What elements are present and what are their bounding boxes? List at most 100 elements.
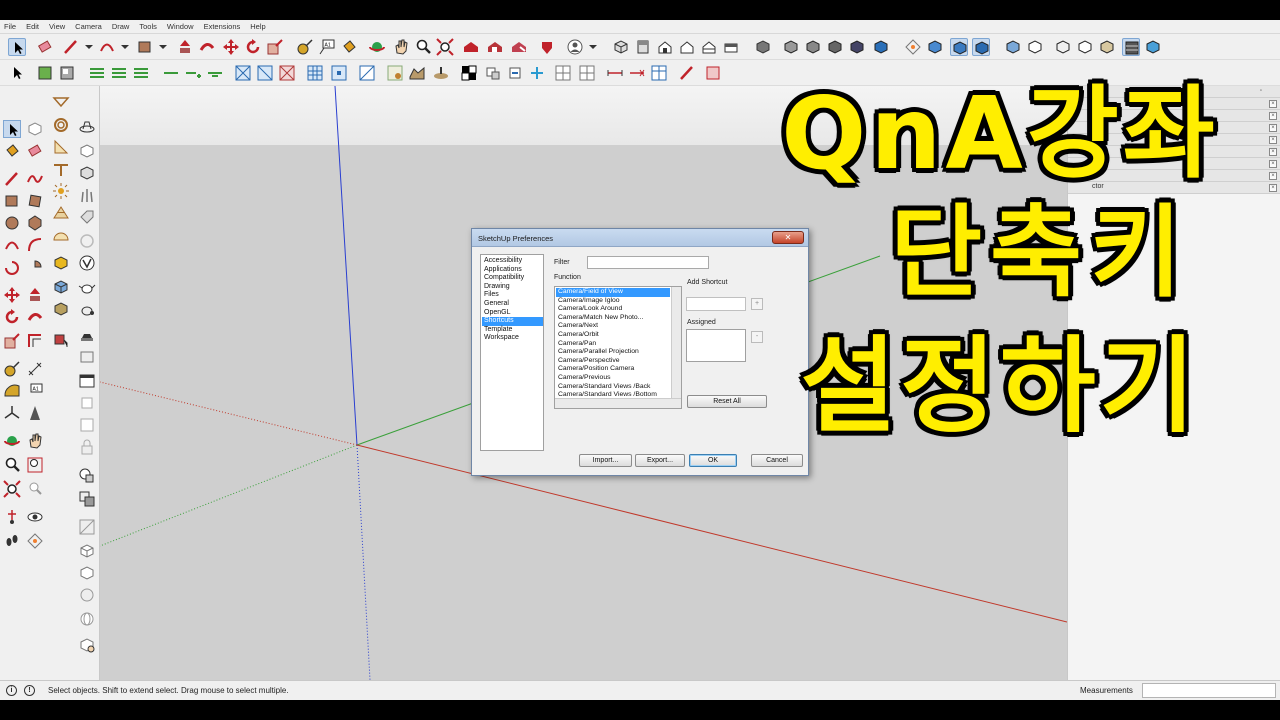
category-item[interactable]: OpenGL (482, 309, 543, 318)
dropdown-arrow-icon[interactable] (116, 38, 134, 56)
panel-icon[interactable] (78, 416, 96, 434)
iso-view-icon[interactable] (612, 38, 630, 56)
position-camera-icon[interactable] (3, 508, 21, 526)
iso-cube-icon[interactable] (78, 542, 96, 560)
checker-icon[interactable] (460, 64, 478, 82)
texture-style-icon[interactable] (1122, 38, 1140, 56)
export-button[interactable]: Export... (635, 454, 685, 467)
rings-icon[interactable] (52, 116, 70, 134)
lock-icon[interactable] (78, 438, 96, 456)
slice-box-icon[interactable] (704, 64, 722, 82)
pencil-line-icon[interactable] (62, 38, 80, 56)
menu-tools[interactable]: Tools (139, 22, 157, 31)
close-icon[interactable]: × (1269, 136, 1277, 144)
section-plane-icon[interactable] (26, 532, 44, 550)
tape-measure-icon[interactable] (3, 360, 21, 378)
function-item[interactable]: Camera/Parallel Projection (556, 348, 670, 357)
mono-style-icon[interactable] (1144, 38, 1162, 56)
grid-cross-icon[interactable] (234, 64, 252, 82)
shaded-textures-icon[interactable] (848, 38, 866, 56)
share-model-icon[interactable] (486, 38, 504, 56)
right-view-icon[interactable] (678, 38, 696, 56)
function-item[interactable]: Camera/Standard Views /Back (556, 383, 670, 392)
walk-footprints-icon[interactable] (3, 532, 21, 550)
make-group-icon[interactable] (58, 64, 76, 82)
paint-bucket-icon[interactable] (340, 38, 358, 56)
sandbox-scratch-icon[interactable] (408, 64, 426, 82)
category-item[interactable]: Drawing (482, 283, 543, 292)
filter-input[interactable] (587, 256, 709, 269)
rotate-icon[interactable] (244, 38, 262, 56)
teapot-icon[interactable] (78, 278, 96, 296)
shortcut-input[interactable] (686, 297, 746, 311)
text-tool-icon[interactable]: A1 (318, 38, 336, 56)
text-tool-icon[interactable]: A1 (26, 382, 44, 400)
close-icon[interactable]: × (1269, 160, 1277, 168)
zoom-extents-icon[interactable] (436, 38, 454, 56)
share-component-icon[interactable] (510, 38, 528, 56)
box-texture-icon[interactable] (52, 300, 70, 318)
cube-wire-icon[interactable] (78, 564, 96, 582)
box-multi-icon[interactable] (52, 278, 70, 296)
select-arrow-icon[interactable] (8, 64, 26, 82)
follow-me-icon[interactable] (198, 38, 216, 56)
sphere-icon[interactable] (78, 586, 96, 604)
table-blue-icon[interactable] (650, 64, 668, 82)
sandbox-smoove-icon[interactable] (432, 64, 450, 82)
monochrome-icon[interactable] (872, 38, 890, 56)
layers-icon[interactable] (78, 394, 96, 412)
distribute-h-icon[interactable] (162, 64, 180, 82)
eraser-icon[interactable] (26, 142, 44, 160)
category-item[interactable]: Template (482, 326, 543, 335)
function-item[interactable]: Camera/Pan (556, 340, 670, 349)
paint-bucket-icon[interactable] (3, 142, 21, 160)
move-icon[interactable] (3, 286, 21, 304)
component-icon[interactable] (26, 120, 44, 138)
xray-icon[interactable] (754, 38, 772, 56)
close-icon[interactable]: × (1269, 172, 1277, 180)
table-select-icon[interactable] (330, 64, 348, 82)
make-component-icon[interactable] (36, 64, 54, 82)
distribute-v-icon[interactable] (206, 64, 224, 82)
axes-icon[interactable] (3, 404, 21, 422)
extension-warehouse-icon[interactable] (538, 38, 556, 56)
assigned-shortcuts-list[interactable] (686, 329, 746, 362)
arc-icon[interactable] (3, 236, 21, 254)
hidden-style-icon[interactable] (1076, 38, 1094, 56)
close-icon[interactable]: × (1269, 148, 1277, 156)
function-item[interactable]: Camera/Perspective (556, 357, 670, 366)
dropdown-arrow-icon[interactable] (80, 38, 98, 56)
function-item[interactable]: Camera/Look Around (556, 305, 670, 314)
function-list-hscrollbar[interactable] (555, 398, 681, 408)
hat-ring-icon[interactable] (78, 118, 96, 136)
frame-icon[interactable] (78, 348, 96, 366)
tee-icon[interactable] (52, 160, 70, 178)
knife-icon[interactable] (678, 64, 696, 82)
top-view-icon[interactable] (634, 38, 652, 56)
orbit-icon[interactable] (3, 432, 21, 450)
function-item[interactable]: Camera/Orbit (556, 331, 670, 340)
scale-icon[interactable] (266, 38, 284, 56)
warehouse-icon[interactable] (462, 38, 480, 56)
dropdown-arrow-icon[interactable] (584, 38, 602, 56)
grid-tool-icon[interactable] (358, 64, 376, 82)
pie-icon[interactable] (26, 258, 44, 276)
add-shortcut-button[interactable]: + (751, 298, 763, 310)
user-account-icon[interactable] (566, 38, 584, 56)
polygon-icon[interactable] (26, 214, 44, 232)
menu-window[interactable]: Window (167, 22, 194, 31)
function-item[interactable]: Camera/Previous (556, 374, 670, 383)
sandbox-icon[interactable] (52, 94, 70, 112)
sandbox-contours-icon[interactable] (386, 64, 404, 82)
zoom-extents-icon[interactable] (3, 480, 21, 498)
dropdown-arrow-icon[interactable] (154, 38, 172, 56)
function-item[interactable]: Camera/Position Camera (556, 365, 670, 374)
function-item[interactable]: Camera/Match New Photo... (556, 314, 670, 323)
dome-icon[interactable] (52, 226, 70, 244)
orbit-icon[interactable] (368, 38, 386, 56)
cube-hand-icon[interactable] (78, 636, 96, 654)
rotated-rectangle-icon[interactable] (26, 192, 44, 210)
grid-red-icon[interactable] (278, 64, 296, 82)
pan-hand-icon[interactable] (392, 38, 410, 56)
line-icon[interactable] (3, 170, 21, 188)
